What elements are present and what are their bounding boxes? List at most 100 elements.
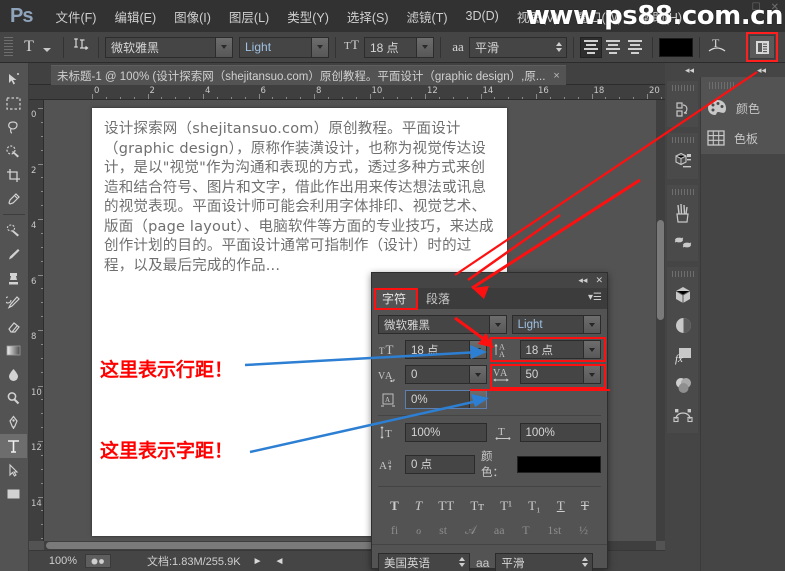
style-subscript-button[interactable]: T₁ — [528, 498, 540, 514]
pen-tool[interactable] — [0, 410, 27, 434]
panel-button-color[interactable]: 颜色 — [701, 93, 785, 123]
char-antialias-select[interactable]: 平滑 — [495, 553, 594, 571]
align-left-button[interactable] — [580, 36, 602, 58]
ligature-standard-button[interactable]: fi — [391, 523, 398, 538]
dock-grip[interactable] — [671, 271, 694, 277]
brush-presets-icon[interactable] — [667, 198, 699, 228]
font-size-input[interactable]: 18 点 — [364, 36, 434, 58]
chevron-down-icon[interactable] — [583, 316, 600, 333]
text-orientation-icon[interactable] — [70, 36, 92, 58]
close-icon[interactable]: × — [553, 70, 559, 82]
channels-icon[interactable] — [667, 370, 699, 400]
style-bold-button[interactable]: T — [390, 498, 399, 514]
char-tracking-input[interactable]: 50 — [519, 365, 601, 384]
crop-tool[interactable] — [0, 163, 27, 187]
menu-item-file[interactable]: 文件(F) — [46, 3, 105, 30]
tab-character[interactable]: 字符 — [372, 288, 417, 309]
scrollbar-thumb[interactable] — [657, 220, 664, 320]
menu-item-image[interactable]: 图像(I) — [165, 3, 220, 30]
3d-scene-icon[interactable] — [667, 280, 699, 310]
antialias-select[interactable]: 平滑 — [469, 36, 567, 58]
style-underline-button[interactable]: T — [557, 498, 565, 514]
chevron-down-icon[interactable] — [416, 37, 433, 57]
clone-source-icon[interactable] — [667, 228, 699, 258]
style-smallcaps-button[interactable]: Tт — [470, 498, 484, 514]
styles-icon[interactable]: fx — [667, 340, 699, 370]
collapse-icon[interactable]: ◂◂ — [757, 65, 766, 76]
3d-icon[interactable] — [667, 146, 699, 176]
canvas-vertical-scrollbar[interactable] — [656, 100, 665, 541]
menu-item-select[interactable]: 选择(S) — [338, 3, 398, 30]
type-tool[interactable] — [0, 434, 27, 458]
type-tool-icon[interactable]: T — [18, 38, 40, 56]
char-kerning-input[interactable]: 0 — [405, 365, 487, 384]
warp-text-icon[interactable]: T — [706, 35, 728, 59]
char-leading-input[interactable]: 18 点 — [519, 340, 601, 359]
path-selection-tool[interactable] — [0, 458, 27, 482]
vertical-ruler[interactable]: 024681012141618 — [29, 100, 44, 541]
dock-grip[interactable] — [671, 189, 694, 195]
fractions-button[interactable]: ½ — [579, 523, 588, 538]
gradient-tool[interactable] — [0, 338, 27, 362]
text-color-swatch[interactable] — [659, 37, 693, 57]
menu-item-edit[interactable]: 编辑(E) — [105, 3, 165, 30]
paths-icon[interactable] — [667, 400, 699, 430]
canvas-text-layer[interactable]: 设计探索网（shejitansuo.com）原创教程。平面设计（graphic … — [104, 120, 499, 276]
chevron-down-icon[interactable] — [311, 37, 328, 57]
chevron-down-icon[interactable] — [468, 391, 486, 408]
brush-tool[interactable] — [0, 242, 27, 266]
font-family-select[interactable]: 微软雅黑 — [105, 36, 233, 58]
align-center-button[interactable] — [602, 36, 624, 58]
menu-item-type[interactable]: 类型(Y) — [278, 3, 338, 30]
char-horizontal-scale-input[interactable]: 100% — [519, 423, 601, 442]
window-controls[interactable]: ☐ ✕ — [752, 2, 779, 13]
status-options-icon[interactable] — [85, 554, 111, 568]
menu-item-layer[interactable]: 图层(L) — [220, 3, 278, 30]
panel-menu-icon[interactable]: ▾☰ — [588, 292, 602, 303]
lasso-tool[interactable] — [0, 115, 27, 139]
dock-grip[interactable] — [671, 137, 694, 143]
align-right-button[interactable] — [624, 36, 646, 58]
chevron-down-icon[interactable] — [488, 316, 506, 333]
blur-tool[interactable] — [0, 362, 27, 386]
char-tsume-input[interactable]: 0% — [405, 390, 487, 409]
style-italic-button[interactable]: T — [415, 498, 422, 514]
chevron-down-icon[interactable] — [583, 341, 600, 358]
character-panel-titlebar[interactable]: ◂◂ ✕ — [372, 273, 607, 288]
dodge-tool[interactable] — [0, 386, 27, 410]
menu-item-view[interactable]: 视图(V) — [508, 3, 568, 30]
language-select[interactable]: 美国英语 — [378, 553, 470, 571]
panel-button-swatches[interactable]: 色板 — [701, 123, 785, 153]
status-expand-icon[interactable]: ► — [253, 556, 263, 567]
ordinals-button[interactable]: 1st — [547, 523, 561, 538]
char-font-family-select[interactable]: 微软雅黑 — [378, 315, 507, 334]
char-vertical-scale-input[interactable]: 100% — [405, 423, 487, 442]
menu-item-filter[interactable]: 滤镜(T) — [398, 3, 457, 30]
spinner-icon[interactable] — [552, 42, 566, 52]
rectangle-tool[interactable] — [0, 482, 27, 506]
dock-collapse-bar[interactable]: ◂◂ ◂◂ — [665, 63, 785, 77]
tab-paragraph[interactable]: 段落 — [416, 288, 460, 309]
stylistic-alternates-button[interactable]: aa — [494, 523, 505, 538]
style-superscript-button[interactable]: T¹ — [500, 498, 512, 514]
char-color-swatch[interactable] — [517, 455, 601, 473]
restore-icon[interactable]: ☐ — [752, 2, 761, 13]
collapse-icon[interactable]: ◂◂ — [578, 275, 587, 286]
close-icon[interactable]: ✕ — [771, 2, 779, 13]
titling-alternates-button[interactable]: T — [522, 523, 529, 538]
menu-item-3d[interactable]: 3D(D) — [457, 5, 508, 27]
char-font-style-select[interactable]: Light — [511, 315, 601, 334]
history-icon[interactable] — [667, 94, 699, 124]
adjustments-icon[interactable] — [667, 310, 699, 340]
chevron-down-icon[interactable] — [583, 366, 600, 383]
menu-item-window[interactable]: 窗口(W) — [568, 3, 631, 30]
spinner-icon[interactable] — [582, 557, 589, 567]
ligature-contextual-button[interactable]: ℴ — [416, 523, 422, 538]
dock-grip[interactable] — [671, 85, 694, 91]
chevron-down-icon[interactable] — [468, 341, 486, 358]
move-tool[interactable] — [0, 67, 27, 91]
marquee-tool[interactable] — [0, 91, 27, 115]
quick-selection-tool[interactable] — [0, 139, 27, 163]
spinner-icon[interactable] — [459, 557, 465, 567]
char-font-size-input[interactable]: 18 点 — [405, 340, 487, 359]
